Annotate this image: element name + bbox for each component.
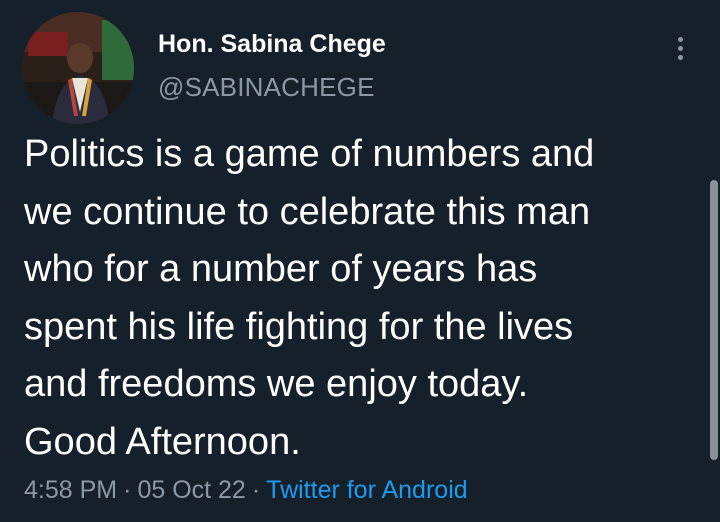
author-handle[interactable]: @SABINACHEGE <box>158 72 375 103</box>
tweet-text-line: Politics is a game of numbers and <box>24 133 595 175</box>
more-options-button[interactable] <box>662 30 698 66</box>
tweet-meta: 4:58 PM · 05 Oct 22 · Twitter for Android <box>24 476 468 505</box>
tweet-time[interactable]: 4:58 PM <box>24 476 117 504</box>
more-vertical-icon-dot <box>677 45 683 51</box>
meta-separator: · <box>123 476 132 504</box>
tweet-text-line: who for a number of years has <box>24 248 538 290</box>
tweet-text-line: spent his life fighting for the lives <box>24 305 574 348</box>
more-vertical-icon-dot <box>677 54 683 60</box>
avatar[interactable] <box>22 12 134 124</box>
tweet-source-link[interactable]: Twitter for Android <box>266 476 467 504</box>
scrollbar-thumb[interactable] <box>710 180 718 460</box>
more-vertical-icon <box>677 36 683 42</box>
author-display-name[interactable]: Hon. Sabina Chege <box>158 30 386 59</box>
tweet-text-line: and freedoms we enjoy today. <box>24 363 529 405</box>
tweet-text-line: we continue to celebrate this man <box>24 190 591 233</box>
tweet-card: Hon. Sabina Chege @SABINACHEGE Politics … <box>0 0 720 522</box>
tweet-text-line: Good Afternoon. <box>24 420 301 463</box>
avatar-photo <box>22 12 134 124</box>
tweet-date[interactable]: 05 Oct 22 <box>137 476 245 504</box>
tweet-text: Politics is a game of numbers and we con… <box>24 126 704 471</box>
meta-separator: · <box>251 476 261 504</box>
